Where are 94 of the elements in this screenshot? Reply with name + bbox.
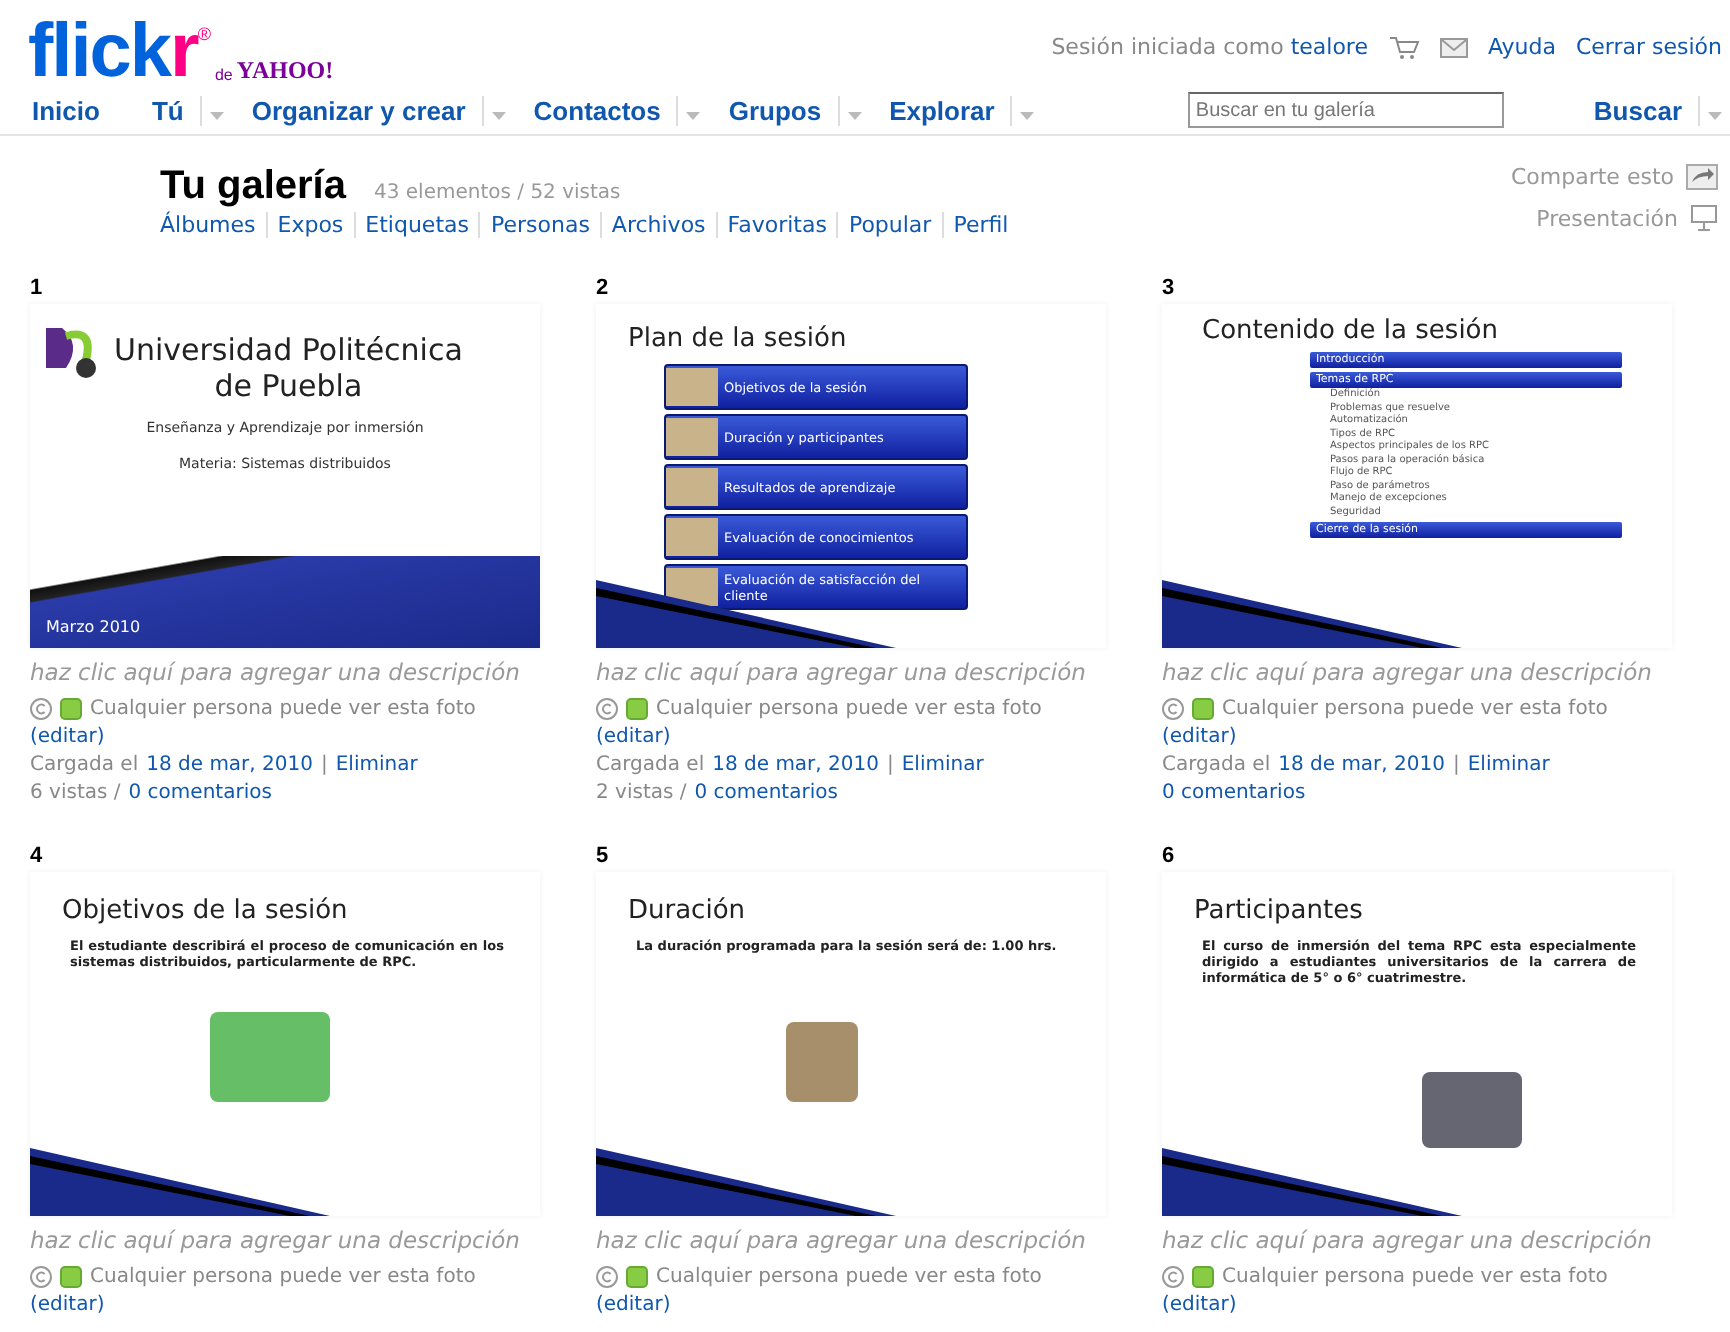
views-count: 6 vistas /: [30, 782, 121, 804]
edit-link[interactable]: (editar): [1162, 1294, 1237, 1316]
projector-screen-icon[interactable]: [1690, 204, 1718, 232]
clipart-picture: [786, 1022, 858, 1102]
nav-menu[interactable]: Tú: [151, 95, 224, 125]
edit-link[interactable]: (editar): [30, 1294, 105, 1316]
comments-link[interactable]: 0 comentarios: [694, 782, 838, 804]
item-number: 5: [596, 844, 611, 868]
caret-icon[interactable]: [686, 111, 701, 119]
visibility-icon: [626, 1266, 648, 1288]
uploaded-label: Cargada el: [596, 754, 705, 776]
date-link[interactable]: 18 de mar, 2010: [712, 754, 879, 776]
signed-in-label: Sesión iniciada como: [1051, 34, 1284, 60]
edit-link[interactable]: (editar): [596, 726, 671, 748]
help-link[interactable]: Ayuda: [1487, 34, 1556, 60]
slide-heading: Universidad Politécnica de Puebla: [114, 332, 463, 404]
gallery-tab[interactable]: Favoritas: [715, 212, 837, 238]
gallery-tab[interactable]: Perfil: [941, 212, 1019, 238]
copyright-icon: [1162, 698, 1184, 720]
nav-menu[interactable]: Inicio: [32, 95, 100, 125]
license-text: Cualquier persona puede ver esta foto: [1222, 1266, 1608, 1288]
uploaded-label: Cargada el: [1162, 754, 1271, 776]
mail-icon[interactable]: [1439, 37, 1468, 57]
delete-link[interactable]: Eliminar: [901, 754, 984, 776]
visibility-icon: [60, 698, 82, 720]
gallery-tab[interactable]: Popular: [836, 212, 942, 238]
nav-menu[interactable]: Contactos: [533, 95, 701, 125]
caret-icon[interactable]: [491, 111, 506, 119]
gallery-tab[interactable]: Álbumes: [160, 212, 266, 238]
clipart-picture: [210, 1012, 330, 1102]
cart-icon[interactable]: [1387, 35, 1420, 59]
separator-text: |: [886, 754, 894, 776]
copyright-icon: [1162, 1266, 1184, 1288]
share-icon[interactable]: [1686, 164, 1718, 190]
gallery-tab[interactable]: Expos: [265, 212, 354, 238]
edit-link[interactable]: (editar): [30, 726, 105, 748]
edit-link[interactable]: (editar): [1162, 726, 1237, 748]
license-text: Cualquier persona puede ver esta foto: [90, 1266, 476, 1288]
license-text: Cualquier persona puede ver esta foto: [1222, 698, 1608, 720]
username-link[interactable]: tealore: [1290, 34, 1368, 60]
nav-menu[interactable]: Grupos: [728, 95, 862, 125]
gallery-tab[interactable]: Personas: [478, 212, 600, 238]
thumbnail-placeholder: [666, 368, 718, 406]
thumbnail-placeholder: [666, 518, 718, 556]
item-number: 1: [30, 276, 45, 300]
gallery-tab[interactable]: Archivos: [599, 212, 716, 238]
slide-title: Participantes: [1192, 894, 1365, 926]
uploaded-label: Cargada el: [30, 754, 139, 776]
comments-link[interactable]: 0 comentarios: [128, 782, 272, 804]
visibility-icon: [1192, 698, 1214, 720]
item-number: 3: [1162, 276, 1177, 300]
item-number: 6: [1162, 844, 1177, 868]
thumbnail-placeholder: [666, 468, 718, 506]
search-button[interactable]: Buscar: [1593, 95, 1722, 125]
gallery-tab[interactable]: Etiquetas: [353, 212, 479, 238]
copyright-icon: [30, 1266, 52, 1288]
thumbnail-placeholder: [666, 418, 718, 456]
visibility-icon: [1192, 1266, 1214, 1288]
license-text: Cualquier persona puede ver esta foto: [656, 698, 1042, 720]
search-field[interactable]: Buscar en tu galería: [1187, 92, 1504, 128]
nav-menu[interactable]: Explorar: [889, 95, 1035, 125]
slide-title: Objetivos de la sesión: [60, 894, 350, 926]
delete-link[interactable]: Eliminar: [1467, 754, 1550, 776]
license-text: Cualquier persona puede ver esta foto: [656, 1266, 1042, 1288]
separator-text: |: [320, 754, 328, 776]
slide-title: Plan de la sesión: [626, 322, 849, 358]
footer-text: Marzo 2010: [44, 618, 141, 640]
comments-link[interactable]: 0 comentarios: [1162, 782, 1306, 804]
flickr-logo[interactable]: flickr® de YAHOO!: [28, 16, 334, 88]
slide-title: Contenido de la sesión: [1200, 314, 1500, 350]
views-count: 2 vistas /: [596, 782, 687, 804]
item-number: 4: [30, 844, 45, 868]
caret-icon[interactable]: [209, 111, 224, 119]
copyright-icon: [596, 698, 618, 720]
nav-menu[interactable]: Organizar y crear: [251, 95, 506, 125]
date-link[interactable]: 18 de mar, 2010: [146, 754, 313, 776]
caret-icon[interactable]: [1020, 111, 1035, 119]
copyright-icon: [30, 698, 52, 720]
slide-title: Duración: [626, 894, 748, 926]
caret-icon[interactable]: [847, 111, 862, 119]
item-number: 2: [596, 276, 611, 300]
date-link[interactable]: 18 de mar, 2010: [1278, 754, 1445, 776]
delete-link[interactable]: Eliminar: [335, 754, 418, 776]
visibility-icon: [60, 1266, 82, 1288]
gallery-title: Tu galería: [160, 164, 346, 210]
clipart-picture: [1422, 1072, 1522, 1148]
gallery-stats: 43 elementos / 52 vistas: [374, 182, 621, 204]
separator-text: |: [1452, 754, 1460, 776]
logout-link[interactable]: Cerrar sesión: [1575, 34, 1722, 60]
visibility-icon: [626, 698, 648, 720]
copyright-icon: [596, 1266, 618, 1288]
license-text: Cualquier persona puede ver esta foto: [90, 698, 476, 720]
caret-icon[interactable]: [1708, 111, 1722, 119]
edit-link[interactable]: (editar): [596, 1294, 671, 1316]
